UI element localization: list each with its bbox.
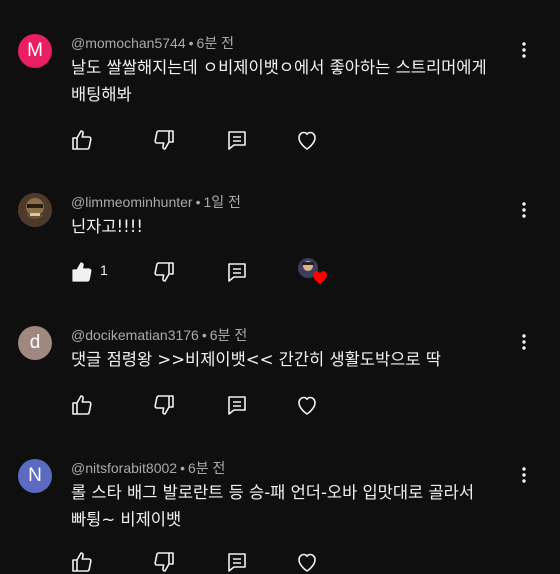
creator-heart-badge[interactable] xyxy=(295,254,329,288)
comment-meta: @nitsforabit8002 • 6분 전 xyxy=(71,458,225,478)
comment-actions: 1 xyxy=(70,258,370,284)
reply-comment-icon xyxy=(228,131,246,150)
comment-time[interactable]: 6분 전 xyxy=(210,327,247,343)
dislike-button[interactable] xyxy=(152,393,176,417)
like-count: 1 xyxy=(100,262,108,278)
like-button[interactable] xyxy=(70,393,94,417)
thumbs-up-icon xyxy=(72,130,92,150)
more-vertical-icon xyxy=(522,334,526,350)
thumbs-down-icon xyxy=(154,395,174,415)
reply-comment-icon xyxy=(228,553,246,572)
reply-comment-icon xyxy=(228,263,246,282)
avatar-letter: N xyxy=(28,465,42,486)
author-name[interactable]: @momochan5744 xyxy=(71,35,186,51)
more-vertical-icon xyxy=(522,467,526,483)
thumbs-up-icon xyxy=(72,395,92,415)
comment-actions xyxy=(70,393,370,417)
comment-text: 닌자고!!!! xyxy=(71,217,143,236)
avatar-image xyxy=(18,193,52,227)
comment-meta: @limmeominhunter • 1일 전 xyxy=(71,192,241,212)
heart-button[interactable] xyxy=(295,393,319,417)
comment-meta: @momochan5744 • 6분 전 xyxy=(71,33,234,53)
meta-separator: • xyxy=(195,194,201,210)
more-options-button[interactable] xyxy=(514,465,534,485)
more-vertical-icon xyxy=(522,202,526,218)
more-options-button[interactable] xyxy=(514,40,534,60)
like-button[interactable] xyxy=(70,128,94,152)
thumbs-up-icon xyxy=(72,552,92,572)
comment-text: 롤 스타 배그 발로란트 등 승-패 언더-오바 입맛대로 골라서 빠튕~ 비제… xyxy=(71,483,475,529)
reply-button[interactable] xyxy=(225,260,249,284)
heart-icon xyxy=(298,553,316,572)
thumbs-down-icon xyxy=(154,130,174,150)
thumbs-down-icon xyxy=(154,262,174,282)
comment-text: 날도 쌀쌀해지는데 ㅇ비제이뱃ㅇ에서 좋아하는 스트리머에게 배팅해봐 xyxy=(71,58,487,104)
comment-time[interactable]: 6분 전 xyxy=(197,35,234,51)
reply-button[interactable] xyxy=(225,128,249,152)
heart-icon xyxy=(298,131,316,150)
dislike-button[interactable] xyxy=(152,260,176,284)
avatar[interactable]: N xyxy=(18,459,52,493)
more-vertical-icon xyxy=(522,42,526,58)
reply-button[interactable] xyxy=(225,393,249,417)
thumbs-up-icon xyxy=(72,262,92,282)
comment-time[interactable]: 6분 전 xyxy=(188,460,225,476)
comment-actions xyxy=(70,550,370,574)
comment-actions xyxy=(70,128,370,152)
author-name[interactable]: @nitsforabit8002 xyxy=(71,460,177,476)
avatar-letter: M xyxy=(27,40,43,61)
like-button[interactable] xyxy=(70,550,94,574)
comment-time[interactable]: 1일 전 xyxy=(204,194,241,210)
avatar[interactable]: d xyxy=(18,326,52,360)
author-name[interactable]: @limmeominhunter xyxy=(71,194,193,210)
heart-button[interactable] xyxy=(295,550,319,574)
more-options-button[interactable] xyxy=(514,200,534,220)
more-options-button[interactable] xyxy=(514,332,534,352)
like-button[interactable] xyxy=(70,260,94,284)
heart-icon xyxy=(298,396,316,415)
creator-avatar-heart-icon xyxy=(298,258,327,284)
meta-separator: • xyxy=(201,327,207,343)
avatar[interactable] xyxy=(18,193,52,227)
reply-comment-icon xyxy=(228,396,246,415)
meta-separator: • xyxy=(180,460,185,476)
comment-meta: @docikematian3176 • 6분 전 xyxy=(71,325,247,345)
thumbs-down-icon xyxy=(154,552,174,572)
meta-separator: • xyxy=(188,35,194,51)
dislike-button[interactable] xyxy=(152,128,176,152)
heart-button[interactable] xyxy=(295,128,319,152)
reply-button[interactable] xyxy=(225,550,249,574)
avatar-letter: d xyxy=(29,332,41,353)
comment-text: 댓글 점령왕 >>비제이뱃<< 간간히 생활도박으로 딱 xyxy=(71,350,441,369)
dislike-button[interactable] xyxy=(152,550,176,574)
author-name[interactable]: @docikematian3176 xyxy=(71,327,199,343)
avatar[interactable]: M xyxy=(18,34,52,68)
